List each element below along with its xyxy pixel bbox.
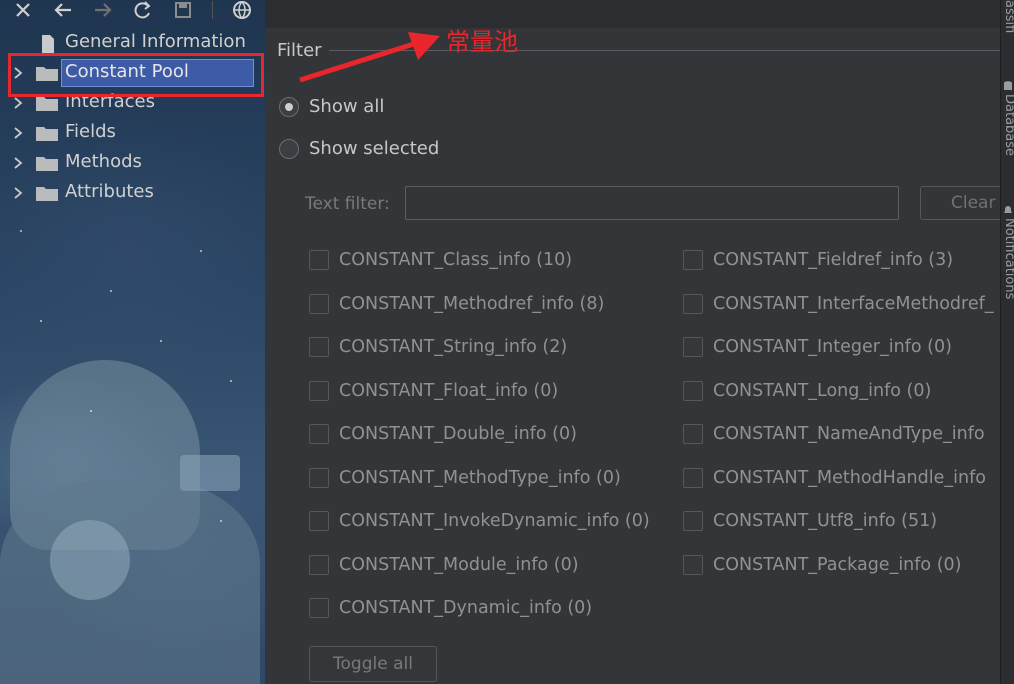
database-icon bbox=[1003, 76, 1013, 90]
text-filter-label: Text filter: bbox=[305, 194, 390, 214]
chevron-right-icon[interactable] bbox=[10, 125, 26, 141]
tree-item-methods[interactable]: Methods bbox=[0, 148, 265, 178]
folder-icon bbox=[36, 185, 58, 201]
toggle-all-button[interactable]: Toggle all bbox=[309, 646, 437, 682]
save-icon[interactable] bbox=[172, 0, 194, 20]
chevron-right-icon[interactable] bbox=[10, 185, 26, 201]
checkbox-icon[interactable] bbox=[683, 424, 703, 444]
checkbox-icon[interactable] bbox=[309, 381, 329, 401]
strip-tab-top[interactable]: assifi bbox=[1002, 0, 1014, 33]
show-all-label: Show all bbox=[309, 96, 385, 117]
constant-type-checkbox[interactable]: CONSTANT_InvokeDynamic_info (0) bbox=[309, 511, 650, 531]
constant-type-checkbox[interactable]: CONSTANT_Dynamic_info (0) bbox=[309, 598, 592, 618]
checkbox-icon[interactable] bbox=[309, 294, 329, 314]
checkbox-label: CONSTANT_Fieldref_info (3) bbox=[713, 250, 954, 270]
wallpaper-box bbox=[180, 455, 240, 491]
checkbox-icon[interactable] bbox=[309, 424, 329, 444]
constant-type-checkbox[interactable]: CONSTANT_Methodref_info (8) bbox=[309, 294, 604, 314]
folder-icon bbox=[36, 95, 58, 111]
checkbox-icon[interactable] bbox=[309, 598, 329, 618]
checkbox-label: CONSTANT_MethodType_info (0) bbox=[339, 468, 621, 488]
bell-icon bbox=[1003, 200, 1013, 213]
checkbox-label: CONSTANT_Package_info (0) bbox=[713, 555, 962, 575]
checkbox-label: CONSTANT_Integer_info (0) bbox=[713, 337, 952, 357]
checkbox-icon[interactable] bbox=[683, 337, 703, 357]
checkbox-label: CONSTANT_Class_info (10) bbox=[339, 250, 573, 270]
file-icon bbox=[36, 35, 58, 53]
back-icon[interactable] bbox=[52, 0, 74, 20]
folder-icon bbox=[36, 125, 58, 141]
forward-icon[interactable] bbox=[92, 0, 114, 20]
checkbox-icon[interactable] bbox=[683, 555, 703, 575]
checkbox-icon[interactable] bbox=[683, 468, 703, 488]
annotation-highlight-box bbox=[8, 53, 264, 97]
checkbox-icon[interactable] bbox=[683, 511, 703, 531]
checkbox-icon[interactable] bbox=[309, 250, 329, 270]
constant-type-checkbox[interactable]: CONSTANT_Class_info (10) bbox=[309, 250, 572, 270]
constant-type-checkbox[interactable]: CONSTANT_Integer_info (0) bbox=[683, 337, 952, 357]
checkbox-icon[interactable] bbox=[683, 294, 703, 314]
folder-icon bbox=[36, 155, 58, 171]
constant-type-checkbox[interactable]: CONSTANT_MethodType_info (0) bbox=[309, 468, 621, 488]
text-filter-input[interactable] bbox=[405, 186, 899, 220]
constant-type-checkbox[interactable]: CONSTANT_Fieldref_info (3) bbox=[683, 250, 953, 270]
toolbar-separator bbox=[212, 1, 213, 19]
tree-item-fields[interactable]: Fields bbox=[0, 118, 265, 148]
checkbox-label: CONSTANT_Methodref_info (8) bbox=[339, 294, 605, 314]
constant-type-checkbox[interactable]: CONSTANT_Module_info (0) bbox=[309, 555, 579, 575]
toolbar bbox=[0, 0, 265, 20]
checkbox-label: CONSTANT_Long_info (0) bbox=[713, 381, 932, 401]
constant-type-checkbox[interactable]: CONSTANT_Utf8_info (51) bbox=[683, 511, 937, 531]
constant-type-checkbox[interactable]: CONSTANT_Package_info (0) bbox=[683, 555, 962, 575]
show-all-radio[interactable]: Show all bbox=[279, 96, 384, 117]
strip-tab-notifications[interactable]: Notifications bbox=[1002, 218, 1014, 299]
checkbox-label: CONSTANT_Float_info (0) bbox=[339, 381, 559, 401]
constant-type-checkbox[interactable]: CONSTANT_Double_info (0) bbox=[309, 424, 577, 444]
checkbox-label: CONSTANT_Double_info (0) bbox=[339, 424, 577, 444]
checkbox-icon[interactable] bbox=[309, 337, 329, 357]
wallpaper-lens bbox=[50, 520, 130, 600]
tree-item-label: General Information bbox=[65, 31, 246, 52]
strip-tab-database[interactable]: Database bbox=[1002, 94, 1014, 156]
constant-type-checkbox[interactable]: CONSTANT_String_info (2) bbox=[309, 337, 567, 357]
filter-panel: Filter Show all Show selected Text filte… bbox=[265, 28, 1014, 684]
tree-item-attributes[interactable]: Attributes bbox=[0, 178, 265, 208]
tree-item-label: Attributes bbox=[65, 181, 154, 202]
checkbox-icon[interactable] bbox=[309, 468, 329, 488]
tree-item-label: Methods bbox=[65, 151, 142, 172]
show-selected-label: Show selected bbox=[309, 138, 440, 159]
checkbox-label: CONSTANT_MethodHandle_info bbox=[713, 468, 986, 488]
constant-type-checkbox[interactable]: CONSTANT_NameAndType_info bbox=[683, 424, 985, 444]
constant-type-checkbox[interactable]: CONSTANT_InterfaceMethodref_ bbox=[683, 294, 994, 314]
show-selected-radio[interactable]: Show selected bbox=[279, 138, 439, 159]
checkbox-icon[interactable] bbox=[309, 511, 329, 531]
globe-icon[interactable] bbox=[231, 0, 253, 20]
structure-panel: General Information Constant Pool Interf… bbox=[0, 0, 265, 684]
checkbox-label: CONSTANT_Module_info (0) bbox=[339, 555, 579, 575]
radio-checked-icon[interactable] bbox=[279, 96, 299, 117]
checkbox-icon[interactable] bbox=[683, 381, 703, 401]
radio-unchecked-icon[interactable] bbox=[279, 138, 299, 159]
checkbox-icon[interactable] bbox=[683, 250, 703, 270]
close-icon[interactable] bbox=[12, 0, 34, 20]
checkbox-label: CONSTANT_InterfaceMethodref_ bbox=[713, 294, 994, 314]
constant-type-checkbox[interactable]: CONSTANT_Long_info (0) bbox=[683, 381, 931, 401]
chevron-right-icon[interactable] bbox=[10, 155, 26, 171]
checkbox-label: CONSTANT_NameAndType_info bbox=[713, 424, 985, 444]
constant-type-checkbox[interactable]: CONSTANT_MethodHandle_info bbox=[683, 468, 986, 488]
wallpaper-body bbox=[0, 480, 260, 684]
checkbox-label: CONSTANT_InvokeDynamic_info (0) bbox=[339, 511, 650, 531]
chevron-right-icon[interactable] bbox=[10, 95, 26, 111]
annotation-arrow bbox=[299, 32, 440, 83]
checkbox-icon[interactable] bbox=[309, 555, 329, 575]
constant-type-checkbox[interactable]: CONSTANT_Float_info (0) bbox=[309, 381, 558, 401]
checkbox-label: CONSTANT_Dynamic_info (0) bbox=[339, 598, 593, 618]
checkbox-label: CONSTANT_Utf8_info (51) bbox=[713, 511, 938, 531]
annotation-label: 常量池 bbox=[446, 28, 518, 56]
checkbox-label: CONSTANT_String_info (2) bbox=[339, 337, 568, 357]
tree-item-label: Fields bbox=[65, 121, 116, 142]
refresh-icon[interactable] bbox=[132, 0, 154, 20]
